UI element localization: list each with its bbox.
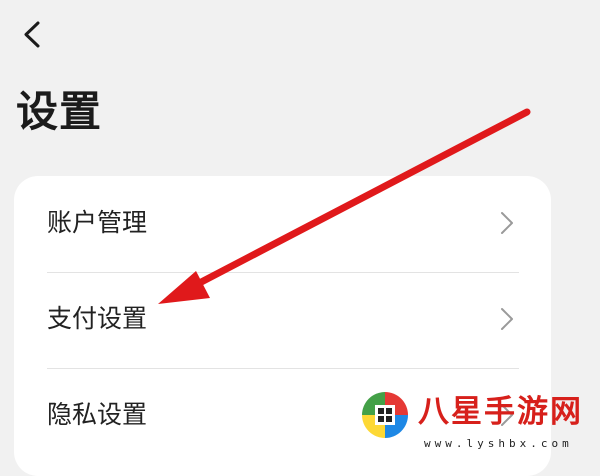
watermark: 八星手游网 www.lyshbx.com [356,388,600,457]
settings-item-label: 支付设置 [47,304,148,333]
settings-item-label: 隐私设置 [47,400,148,429]
brand-logo-icon [362,392,408,438]
settings-item-label: 账户管理 [47,208,148,237]
chevron-right-icon [501,212,513,234]
settings-item-payment-settings[interactable]: 支付设置 [14,272,551,368]
chevron-left-icon [24,21,40,48]
chevron-right-icon [501,308,513,330]
watermark-brand: 八星手游网 [418,394,583,430]
settings-item-account-management[interactable]: 账户管理 [14,176,551,272]
page-title: 设置 [16,87,103,136]
watermark-url: www.lyshbx.com [424,437,573,450]
back-button[interactable] [14,14,54,54]
